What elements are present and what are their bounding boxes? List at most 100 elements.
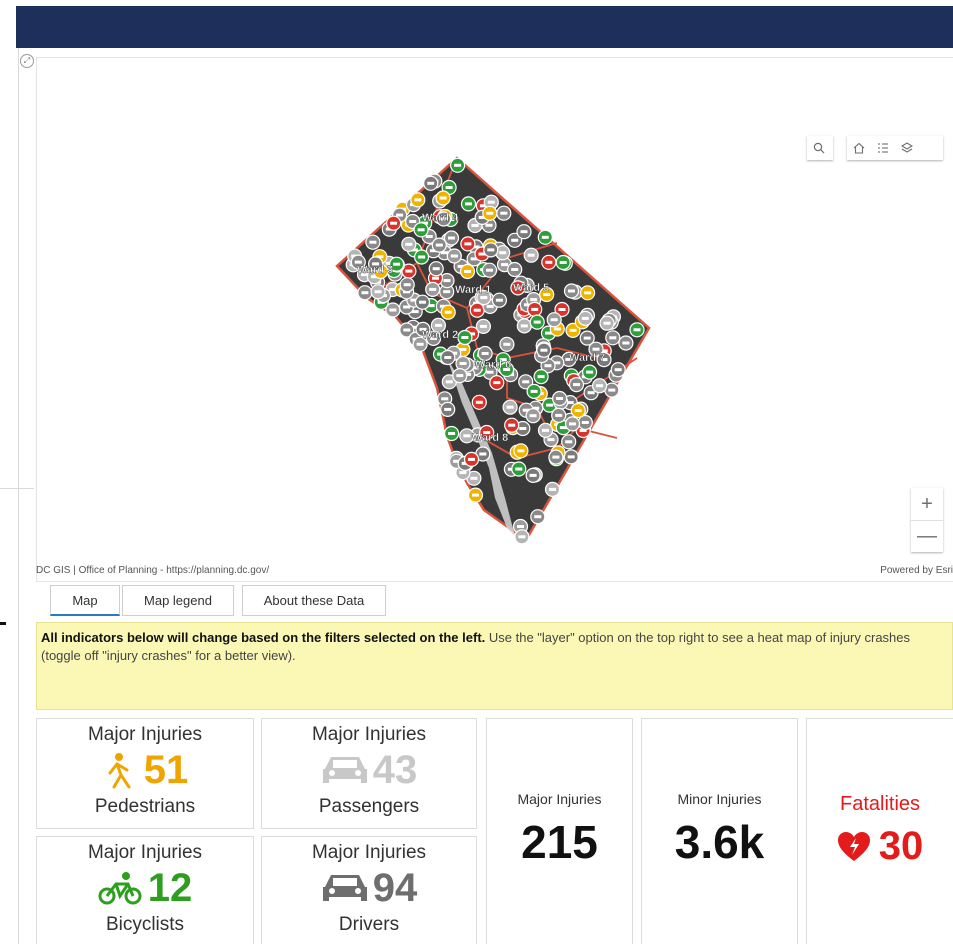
crash-marker-glyph	[573, 383, 580, 387]
ward-label: Ward 3	[357, 264, 393, 276]
crash-marker-glyph	[361, 291, 369, 295]
crash-marker-glyph	[486, 304, 494, 308]
crash-marker-glyph	[592, 347, 600, 351]
crash-marker-glyph	[468, 457, 475, 461]
crash-marker-glyph	[549, 487, 556, 491]
heart-icon	[837, 831, 870, 861]
card-title: Major Injuries	[517, 791, 602, 807]
crash-marker-glyph	[568, 289, 575, 293]
crash-marker-glyph	[470, 476, 478, 480]
car-icon	[322, 875, 367, 901]
crash-marker-glyph	[416, 342, 424, 346]
fatalities-card: Fatalities 30	[806, 718, 953, 944]
crash-marker-glyph	[614, 368, 622, 372]
crash-marker-glyph	[511, 238, 519, 242]
ward-label: Ward 7	[569, 352, 605, 364]
map-view[interactable]: Ward 4 Ward 3 Ward 1 Ward 5 Ward 2 Ward 6 Ward…	[36, 57, 953, 581]
major-injuries-value: 215	[521, 816, 598, 868]
crash-marker-glyph	[444, 407, 452, 411]
crash-marker-glyph	[517, 525, 524, 528]
home-icon[interactable]	[847, 136, 871, 160]
map-widgets-toolbar[interactable]	[847, 136, 943, 160]
crash-marker-glyph	[459, 362, 467, 365]
view-tabs: Map Map legend About these Data	[36, 581, 953, 617]
ward-label: Ward 4	[422, 212, 459, 224]
card-label: Drivers	[338, 914, 400, 935]
search-icon[interactable]	[807, 136, 831, 160]
crash-marker-glyph	[445, 380, 453, 384]
crash-marker-glyph	[529, 473, 537, 477]
crash-marker-glyph	[487, 200, 495, 204]
crash-marker-glyph	[520, 324, 528, 328]
crash-marker-glyph	[596, 384, 604, 388]
search-toolbar[interactable]	[807, 136, 833, 160]
crash-marker-glyph	[450, 254, 458, 258]
crash-marker-glyph	[517, 449, 525, 453]
drivers-value: 94	[372, 865, 418, 910]
card-title: Major Injuries	[87, 724, 203, 745]
crash-marker-glyph	[495, 298, 503, 302]
filter-notice: All indicators below will change based o…	[36, 622, 953, 710]
crash-marker-glyph	[583, 336, 591, 340]
crash-marker-glyph	[429, 287, 437, 291]
crash-marker-glyph	[493, 381, 501, 385]
layers-icon[interactable]	[895, 136, 919, 160]
crash-marker-glyph	[558, 308, 566, 311]
powered-by-esri[interactable]: Powered by Esri	[880, 565, 953, 576]
crash-marker-glyph	[472, 493, 479, 497]
zoom-out-button[interactable]: —	[911, 520, 943, 552]
crash-marker-glyph	[518, 535, 526, 539]
crash-marker-glyph	[569, 328, 577, 332]
pedestrian-icon	[108, 753, 131, 789]
crash-marker-glyph	[393, 262, 401, 266]
crash-marker-glyph	[405, 269, 413, 273]
crash-marker-glyph	[544, 364, 552, 368]
ward-label: Ward 6	[475, 359, 511, 371]
crash-marker-glyph	[537, 375, 545, 379]
pedestrians-value: 51	[143, 747, 189, 792]
card-title: Major Injuries	[311, 724, 427, 745]
crash-marker-glyph	[569, 422, 576, 426]
crash-marker-glyph	[396, 213, 404, 217]
expand-icon[interactable]: ⤢	[20, 54, 34, 68]
crash-marker-glyph	[459, 471, 467, 475]
card-title: Major Injuries	[311, 842, 427, 863]
crash-marker-glyph	[418, 255, 426, 259]
crash-marker-glyph	[485, 223, 493, 227]
zoom-control[interactable]: + —	[911, 488, 943, 552]
tab-map[interactable]: Map	[50, 585, 120, 616]
tab-about-data[interactable]: About these Data	[242, 585, 386, 616]
crash-marker-glyph	[541, 235, 549, 239]
crash-marker-glyph	[448, 432, 456, 435]
crash-marker-glyph	[533, 320, 541, 324]
crash-marker-glyph	[486, 211, 494, 215]
major-injuries-total-card: Major Injuries 215	[486, 718, 633, 944]
legend-list-icon[interactable]	[871, 136, 895, 160]
crash-marker-glyph	[390, 221, 398, 225]
crash-marker-glyph	[584, 291, 592, 295]
crash-marker-glyph	[479, 452, 487, 456]
crash-marker-glyph	[443, 279, 451, 283]
crash-marker-glyph	[486, 268, 493, 272]
panel-splitter-handle[interactable]	[0, 622, 6, 625]
crash-marker-glyph	[427, 181, 435, 185]
crash-marker-glyph	[499, 251, 507, 255]
crash-marker-glyph	[550, 318, 558, 322]
ward-label: Ward 8	[472, 432, 508, 444]
card-label: Passengers	[318, 796, 420, 817]
crash-marker-glyph	[603, 321, 611, 325]
crash-marker-glyph	[432, 267, 440, 271]
crash-marker-glyph	[403, 283, 411, 287]
crash-marker-glyph	[545, 260, 553, 264]
fatalities-value: 30	[878, 824, 924, 868]
crash-marker-glyph	[519, 427, 527, 430]
crash-marker-glyph	[633, 328, 641, 332]
minor-injuries-total-card: Minor Injuries 3.6k	[641, 718, 798, 944]
zoom-in-button[interactable]: +	[911, 488, 943, 520]
crash-marker-glyph	[501, 263, 508, 267]
tab-map-legend[interactable]: Map legend	[122, 585, 234, 616]
crash-marker-glyph	[445, 186, 453, 189]
crash-marker-glyph	[439, 196, 447, 200]
crash-marker-glyph	[480, 296, 488, 300]
bicycle-icon	[98, 872, 142, 905]
